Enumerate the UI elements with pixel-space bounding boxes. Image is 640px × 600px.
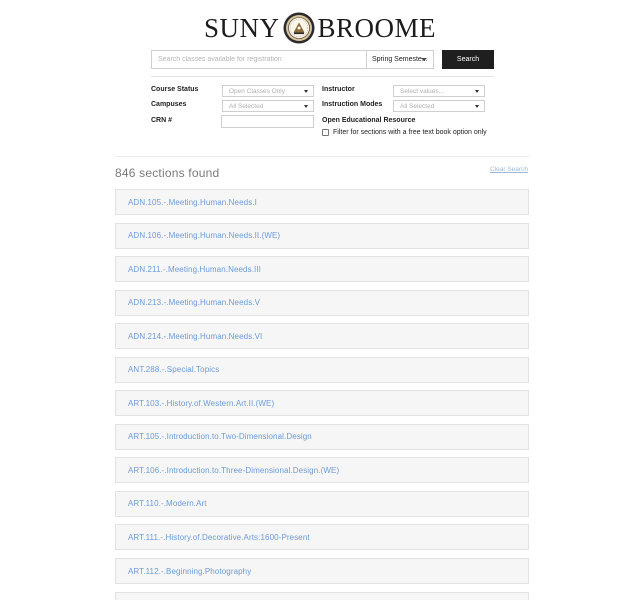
college-seal-icon	[283, 12, 314, 44]
section-card[interactable]: ADN.213.-.Meeting.Human.Needs.V	[115, 289, 529, 316]
section-card[interactable]: ANT.288.-.Special.Topics	[115, 356, 529, 383]
search-button[interactable]: Search	[442, 50, 494, 69]
instruction-modes-label: Instruction Modes	[322, 101, 383, 108]
divider	[115, 156, 529, 157]
campuses-label: Campuses	[151, 101, 187, 108]
results-count: 846 sections found	[115, 166, 220, 180]
chevron-down-icon	[304, 90, 308, 93]
section-title-link[interactable]: ADN.106.-.Meeting.Human.Needs.II.(WE)	[128, 231, 280, 240]
section-card[interactable]: ADN.106.-.Meeting.Human.Needs.II.(WE)	[115, 222, 529, 249]
section-title-link[interactable]: ADN.105.-.Meeting.Human.Needs.I	[128, 198, 257, 207]
instructor-select[interactable]: Select values...	[393, 85, 485, 97]
section-title-link[interactable]: ART.103.-.History.of.Western.Art.II.(WE)	[128, 399, 274, 408]
crn-label: CRN #	[151, 117, 173, 124]
crn-input[interactable]	[221, 115, 314, 128]
section-card[interactable]: ART.106.-.Introduction.to.Three-Dimensio…	[115, 457, 529, 484]
term-select[interactable]: Spring Semeste...	[366, 50, 434, 69]
chevron-down-icon	[475, 90, 479, 93]
section-card[interactable]: ART.115.-.Basic.Art.Studio	[115, 591, 529, 600]
section-card[interactable]: ADN.105.-.Meeting.Human.Needs.I	[115, 189, 529, 215]
suny-broome-logo[interactable]: SUNY BROOME	[0, 12, 640, 44]
search-input[interactable]	[151, 50, 366, 69]
course-status-label: Course Status	[151, 86, 199, 93]
instruction-modes-value: All Selected	[400, 102, 435, 110]
campuses-select[interactable]: All Selected	[222, 100, 314, 112]
term-select-value: Spring Semeste...	[372, 56, 428, 63]
oer-label: Open Educational Resource	[322, 117, 416, 124]
section-title-link[interactable]: ART.106.-.Introduction.to.Three-Dimensio…	[128, 466, 339, 475]
clear-search-link[interactable]: Clear Search	[490, 166, 528, 173]
section-card[interactable]: ART.112.-.Beginning.Photography	[115, 558, 529, 585]
course-status-value: Open Classes Only	[229, 87, 285, 95]
section-card[interactable]: ART.105.-.Introduction.to.Two-Dimensiona…	[115, 423, 529, 450]
section-card[interactable]: ADN.211.-.Meeting.Human.Needs.III	[115, 256, 529, 283]
logo-word-broome: BROOME	[317, 12, 437, 43]
oer-checkbox-label[interactable]: Filter for sections with a free text boo…	[333, 128, 493, 138]
section-title-link[interactable]: ART.110.-.Modern.Art	[128, 499, 207, 508]
course-status-select[interactable]: Open Classes Only	[222, 85, 314, 97]
chevron-down-icon	[304, 105, 308, 108]
section-card[interactable]: ART.103.-.History.of.Western.Art.II.(WE)	[115, 390, 529, 417]
section-card[interactable]: ADN.214.-.Meeting.Human.Needs.VI	[115, 323, 529, 350]
search-bar: Spring Semeste... Search	[151, 50, 494, 69]
section-title-link[interactable]: ADN.214.-.Meeting.Human.Needs.VI	[128, 332, 262, 341]
section-title-link[interactable]: ART.105.-.Introduction.to.Two-Dimensiona…	[128, 432, 312, 441]
campuses-value: All Selected	[229, 102, 264, 110]
instruction-modes-select[interactable]: All Selected	[393, 100, 485, 112]
oer-checkbox[interactable]	[322, 129, 329, 136]
instructor-label: Instructor	[322, 86, 355, 93]
section-title-link[interactable]: ART.112.-.Beginning.Photography	[128, 567, 251, 576]
chevron-down-icon	[421, 58, 427, 61]
divider	[151, 76, 494, 77]
section-title-link[interactable]: ART.111.-.History.of.Decorative.Arts:160…	[128, 533, 310, 542]
section-title-link[interactable]: ADN.213.-.Meeting.Human.Needs.V	[128, 298, 260, 307]
section-title-link[interactable]: ANT.288.-.Special.Topics	[128, 365, 219, 374]
logo-word-suny: SUNY	[203, 12, 280, 43]
section-list: ADN.105.-.Meeting.Human.Needs.I ADN.106.-…	[115, 189, 529, 600]
section-card[interactable]: ART.110.-.Modern.Art	[115, 490, 529, 517]
section-title-link[interactable]: ADN.211.-.Meeting.Human.Needs.III	[128, 265, 261, 274]
section-card[interactable]: ART.111.-.History.of.Decorative.Arts:160…	[115, 524, 529, 551]
chevron-down-icon	[475, 105, 479, 108]
instructor-value: Select values...	[400, 87, 445, 95]
